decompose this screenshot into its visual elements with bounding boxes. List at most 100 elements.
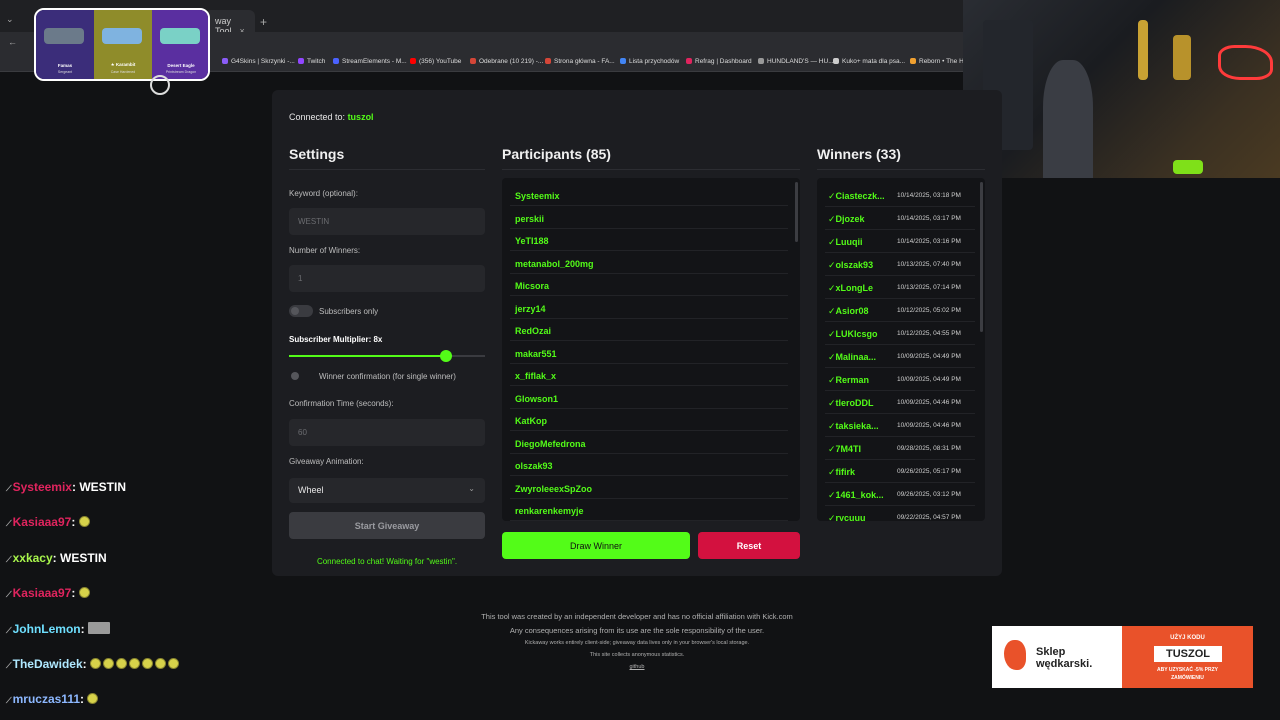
bookmark-item[interactable]: G4Skins | Skrzynki -...: [222, 58, 295, 65]
winner-date: 09/22/2025, 04:57 PM: [897, 514, 961, 521]
winner-row: ✓7M4TI 09/28/2025, 08:31 PM: [825, 437, 975, 460]
bookmark-item[interactable]: Lista przychodów: [620, 58, 679, 65]
winner-row: ✓fifirk 09/26/2025, 05:17 PM: [825, 460, 975, 483]
slider-thumb[interactable]: [439, 350, 452, 362]
winner-name: ✓Ciasteczk...: [828, 191, 896, 202]
bookmark-item[interactable]: Odebrane (10 219) -...: [470, 58, 543, 65]
check-icon: ✓: [828, 306, 836, 316]
animation-value: Wheel: [298, 485, 324, 495]
winner-date: 10/09/2025, 04:49 PM: [897, 376, 961, 383]
giveaway-panel: Connected to: tuszol Settings Keyword (o…: [272, 90, 1002, 576]
winner-row: ✓xLongLe 10/13/2025, 07:14 PM: [825, 276, 975, 299]
start-giveaway-button[interactable]: Start Giveaway: [289, 512, 485, 539]
emote-icon: [87, 693, 99, 704]
reset-button[interactable]: Reset: [698, 532, 800, 559]
bookmark-item[interactable]: HUNDLAND'S — HU...: [758, 58, 834, 65]
winner-name: ✓rycuuu: [828, 513, 896, 521]
keyword-label: Keyword (optional):: [289, 189, 358, 198]
bookmark-label: HUNDLAND'S — HU...: [767, 58, 834, 65]
subscribers-only-toggle[interactable]: [289, 305, 313, 317]
winner-name: ✓Luuqii: [828, 237, 896, 248]
github-link[interactable]: github: [437, 664, 837, 670]
check-icon: ✓: [828, 421, 836, 431]
winner-name-text: taksieka...: [835, 421, 879, 431]
winner-date: 10/14/2025, 03:16 PM: [897, 238, 961, 245]
box-shape: [1173, 160, 1203, 174]
animation-select[interactable]: Wheel ⌄: [289, 478, 485, 503]
webcam-feed: [963, 0, 1280, 178]
bookmark-item[interactable]: Twitch: [298, 58, 325, 65]
chat-username: Systeemix: [12, 480, 72, 494]
winners-scrollbar[interactable]: [980, 182, 983, 332]
winner-name: ✓olszak93: [828, 260, 896, 271]
winners-count-label: Number of Winners:: [289, 246, 361, 255]
participants-scrollbar[interactable]: [795, 182, 798, 242]
participant-row: Micsora: [510, 274, 788, 296]
bookmark-label: (356) YouTube: [419, 58, 462, 65]
settings-title: Settings: [289, 146, 345, 162]
tab-list-icon[interactable]: ⌄: [6, 14, 14, 25]
winner-name: ✓1461_kok...: [828, 490, 896, 501]
winner-name: ✓7M4TI: [828, 444, 896, 455]
winner-name-text: 1461_kok...: [835, 490, 884, 500]
weapon-icon: [160, 28, 200, 44]
keyword-input[interactable]: WESTIN: [289, 208, 485, 235]
winner-date: 10/12/2025, 04:55 PM: [897, 330, 961, 337]
new-tab-button[interactable]: +: [260, 15, 267, 29]
chat-text: : WESTIN: [52, 551, 107, 565]
confirmation-time-input[interactable]: 60: [289, 419, 485, 446]
chat-username: Kasiaaa97: [12, 586, 72, 600]
winner-name-text: Malinaa...: [835, 352, 877, 362]
bookmark-favicon-icon: [410, 58, 416, 64]
bookmark-item[interactable]: (356) YouTube: [410, 58, 461, 65]
check-icon: ✓: [828, 467, 836, 477]
bookmark-item[interactable]: Refrag | Dashboard: [686, 58, 752, 65]
draw-winner-button[interactable]: Draw Winner: [502, 532, 690, 559]
animation-label: Giveaway Animation:: [289, 457, 364, 466]
ad-brand-line2: wędkarski.: [1036, 658, 1093, 670]
chat-message: ⟋Kasiaaa97:: [6, 515, 92, 529]
chat-message: ⟋Kasiaaa97:: [6, 586, 92, 600]
bookmark-favicon-icon: [470, 58, 476, 64]
winner-date: 10/14/2025, 03:17 PM: [897, 215, 961, 222]
chat-text: :: [80, 692, 88, 706]
cursor-ring-icon: [150, 75, 170, 95]
chat-text: :: [80, 622, 88, 636]
badge-icon: ⟋: [6, 484, 12, 493]
bookmark-item[interactable]: Kuko+ mata dla psa...: [833, 58, 905, 65]
bookmark-item[interactable]: Reborn • The Ha: [910, 58, 967, 65]
winner-name-text: olszak93: [835, 260, 874, 270]
bookmark-item[interactable]: StreamElements - M...: [333, 58, 407, 65]
participant-row: olszak93: [510, 454, 788, 476]
bookmark-item[interactable]: Strona główna - FA...: [545, 58, 615, 65]
trophy-shape: [1173, 35, 1191, 80]
emote-icon: [128, 658, 140, 669]
participant-row: Glowson1: [510, 387, 788, 409]
winner-row: ✓rycuuu 09/22/2025, 04:57 PM: [825, 506, 975, 521]
bookmark-label: Odebrane (10 219) -...: [479, 58, 544, 65]
winners-count-input[interactable]: 1: [289, 265, 485, 292]
winner-confirmation-toggle[interactable]: [289, 370, 313, 382]
skin-card: ★ Karambit Case Hardened: [94, 10, 152, 79]
winner-name: ✓Malinaa...: [828, 352, 896, 363]
winner-name-text: rycuuu: [835, 513, 866, 521]
winner-date: 10/13/2025, 07:14 PM: [897, 284, 961, 291]
badge-icon: ⟋: [6, 555, 12, 564]
multiplier-slider[interactable]: [289, 350, 485, 362]
participant-row: DiegoMefedrona: [510, 432, 788, 454]
participants-list: Systeemix perskii YeTI188 metanabol_200mg Mi…: [502, 178, 800, 521]
winner-date: 10/09/2025, 04:49 PM: [897, 353, 961, 360]
bookmark-favicon-icon: [298, 58, 304, 64]
participant-row: jerzy14: [510, 297, 788, 319]
winner-date: 10/14/2025, 03:18 PM: [897, 192, 961, 199]
emote-icon: [78, 587, 90, 598]
tab-active[interactable]: way Tool ×: [205, 10, 255, 36]
winner-name-text: Ciasteczk...: [835, 191, 885, 201]
footer-statistics: This site collects anonymous statistics.: [589, 652, 685, 658]
skin-finish: Printstream Dragon: [165, 70, 197, 74]
participant-row: YeTI188: [510, 229, 788, 251]
back-icon[interactable]: ←: [8, 37, 17, 47]
winner-date: 09/28/2025, 08:31 PM: [897, 445, 961, 452]
check-icon: ✓: [828, 214, 836, 224]
check-icon: ✓: [828, 237, 836, 247]
